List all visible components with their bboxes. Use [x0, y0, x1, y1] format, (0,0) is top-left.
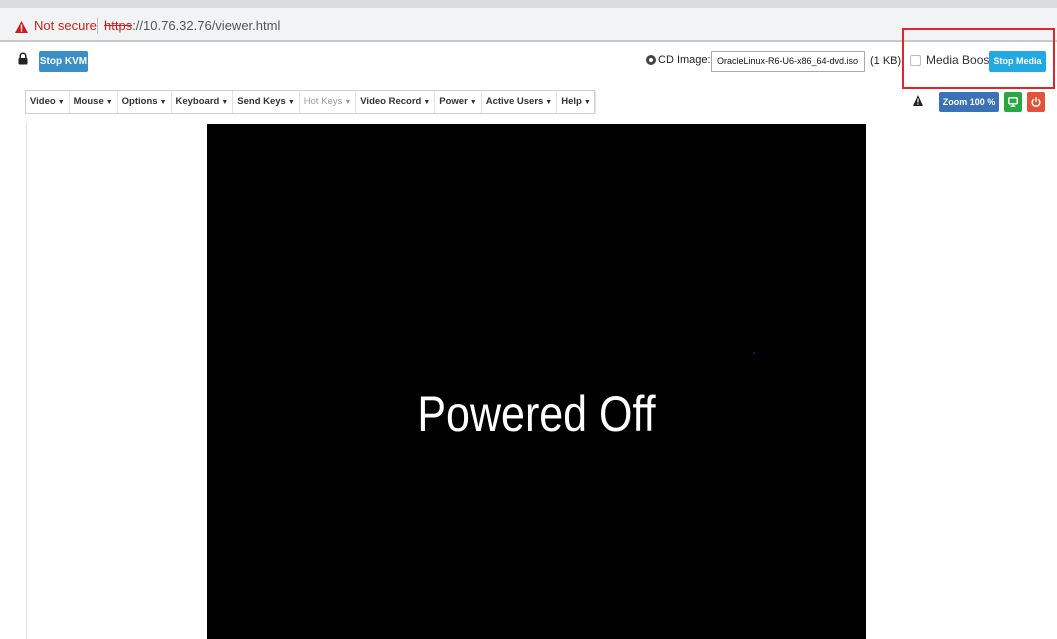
menu-hot-keys[interactable]: Hot Keys ▼: [300, 91, 357, 113]
monitor-button[interactable]: [1004, 92, 1022, 112]
menu-label: Video Record: [360, 96, 422, 107]
menu-label: Hot Keys: [303, 96, 343, 107]
kvm-viewer-window: Not secure https://10.76.32.76/viewer.ht…: [0, 0, 1057, 639]
not-secure-label: Not secure: [34, 18, 97, 33]
menu-help[interactable]: Help ▼: [557, 91, 596, 113]
menu-power[interactable]: Power ▼: [435, 91, 482, 113]
kvm-video-screen[interactable]: Powered Off: [207, 124, 866, 639]
chevron-down-icon: ▼: [423, 99, 431, 106]
menu-keyboard[interactable]: Keyboard ▼: [172, 91, 234, 113]
menu-label: Power: [439, 96, 468, 107]
power-icon: [1031, 97, 1041, 107]
powered-off-message: Powered Off: [417, 386, 656, 442]
browser-address-bar[interactable]: Not secure https://10.76.32.76/viewer.ht…: [0, 8, 1057, 42]
page-left-edge: [26, 122, 27, 639]
chevron-down-icon: ▼: [344, 99, 352, 106]
screen-speck: [753, 352, 755, 354]
menu-video[interactable]: Video ▼: [26, 91, 70, 113]
chevron-down-icon: ▼: [545, 99, 553, 106]
lock-icon: [18, 52, 28, 65]
chevron-down-icon: ▼: [105, 99, 113, 106]
url-scheme: https: [104, 18, 133, 33]
cd-image-label: CD Image:: [658, 54, 711, 66]
menu-active-users[interactable]: Active Users ▼: [482, 91, 558, 113]
chevron-down-icon: ▼: [583, 99, 591, 106]
menu-send-keys[interactable]: Send Keys ▼: [233, 91, 300, 113]
menu-label: Help: [561, 96, 582, 107]
cd-image-size: (1 KB): [870, 55, 902, 67]
menu-label: Video: [30, 96, 56, 107]
chevron-down-icon: ▼: [159, 99, 167, 106]
zoom-button[interactable]: Zoom 100 %: [939, 92, 999, 112]
warning-icon: [15, 21, 28, 33]
menu-mouse[interactable]: Mouse ▼: [70, 91, 118, 113]
url-path: ://10.76.32.76/viewer.html: [132, 18, 281, 33]
cd-image-field[interactable]: OracleLinux-R6-U6-x86_64-dvd.iso: [711, 51, 865, 72]
address-divider: [97, 18, 98, 34]
menu-video-record[interactable]: Video Record ▼: [356, 91, 436, 113]
chevron-down-icon: ▼: [287, 99, 295, 106]
chevron-down-icon: ▼: [221, 99, 229, 106]
highlight-annotation-box: [902, 28, 1055, 89]
browser-top-strip: [0, 0, 1057, 8]
chevron-down-icon: ▼: [469, 99, 477, 106]
power-button[interactable]: [1027, 92, 1045, 112]
cd-icon: [646, 55, 656, 65]
kvm-menubar: Video ▼ Mouse ▼ Options ▼ Keyboard ▼ Send Ke…: [25, 90, 596, 114]
menu-options[interactable]: Options ▼: [118, 91, 172, 113]
url-text[interactable]: https://10.76.32.76/viewer.html: [104, 18, 280, 34]
menu-label: Active Users: [485, 96, 544, 107]
menu-label: Mouse: [73, 96, 104, 107]
menu-label: Keyboard: [175, 96, 220, 107]
alert-icon[interactable]: [913, 95, 923, 106]
monitor-icon: [1008, 97, 1018, 107]
menu-label: Send Keys: [237, 96, 286, 107]
stop-kvm-button[interactable]: Stop KVM: [39, 51, 88, 72]
chevron-down-icon: ▼: [57, 99, 65, 106]
menu-label: Options: [121, 96, 158, 107]
